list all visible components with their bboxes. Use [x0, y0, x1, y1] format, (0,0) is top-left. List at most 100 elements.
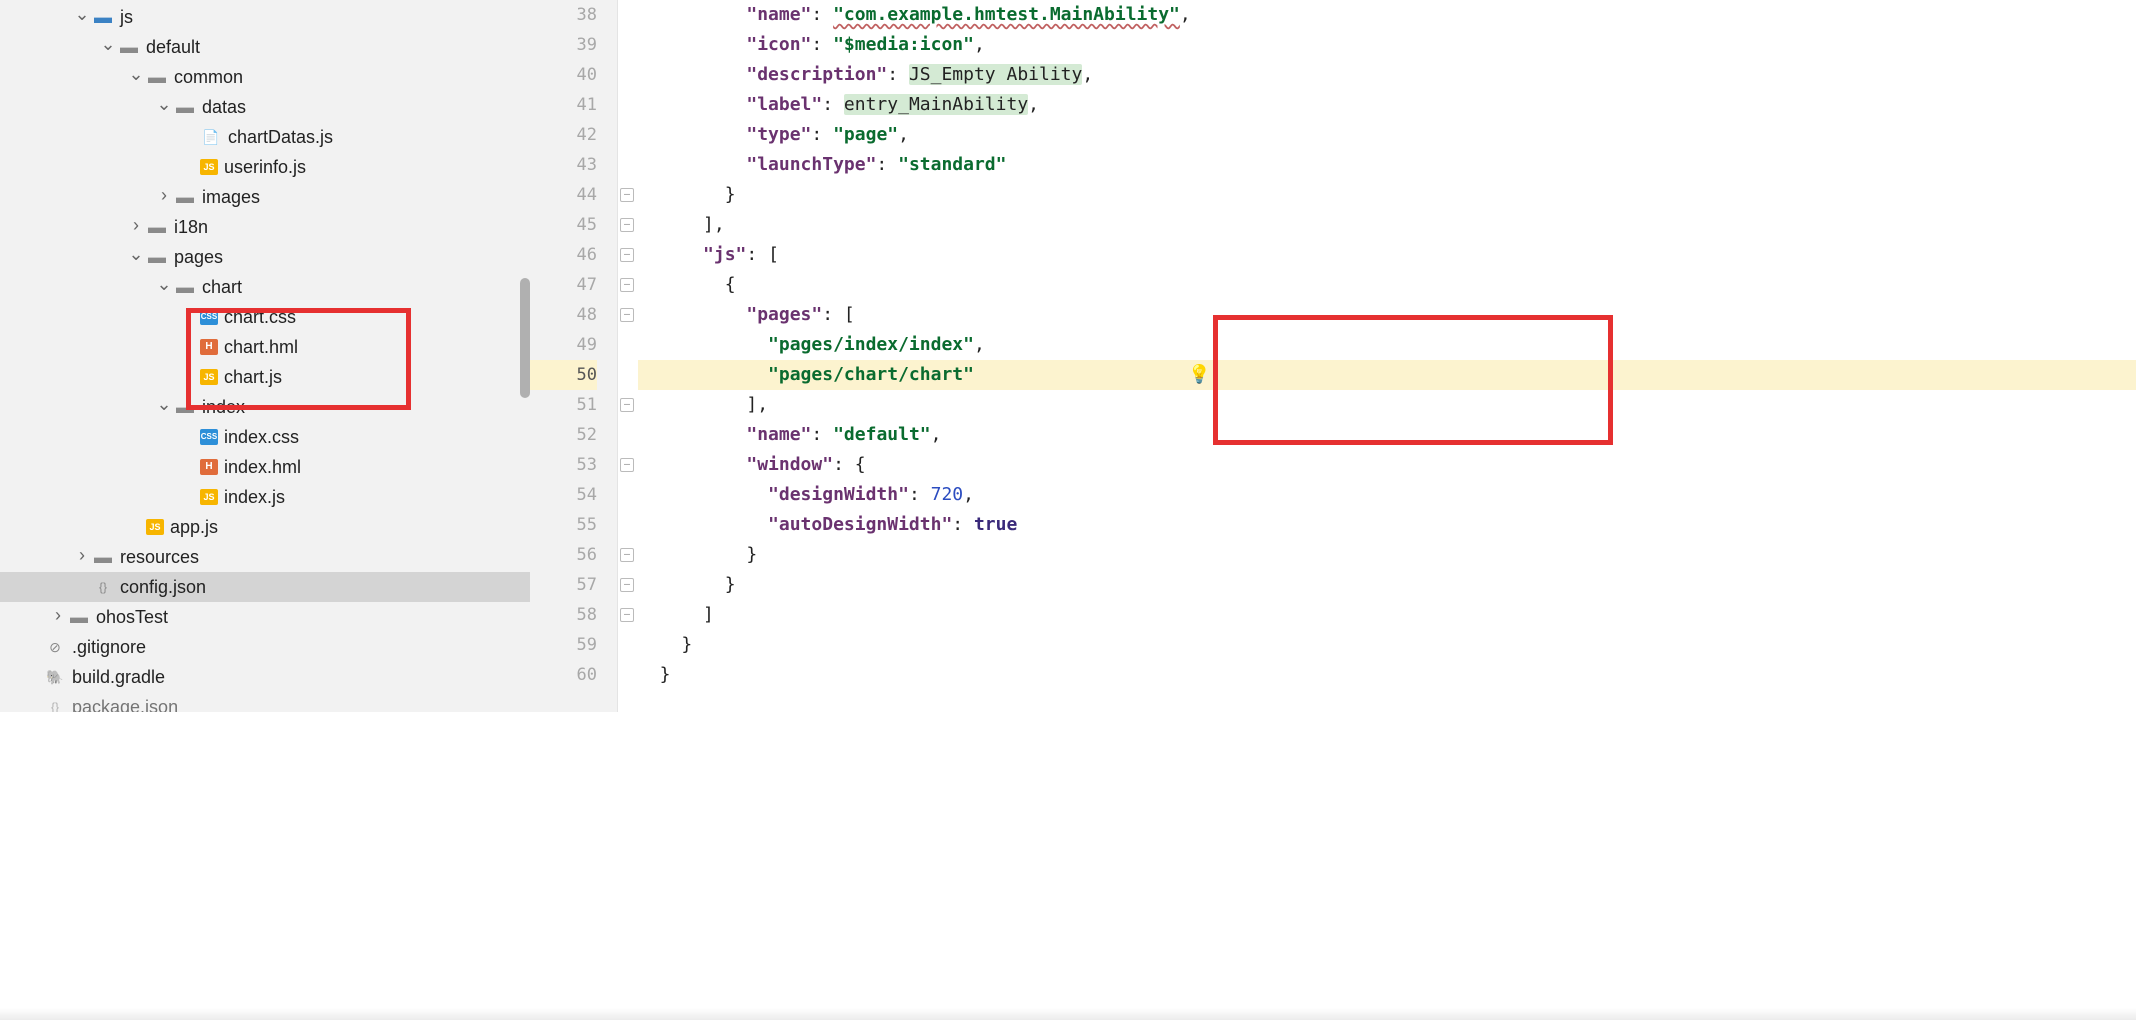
json-file-icon: {} [44, 698, 66, 712]
chevron-down-icon[interactable] [154, 277, 174, 298]
code-line: "pages/index/index", [638, 330, 2136, 360]
chevron-down-icon[interactable] [72, 7, 92, 28]
fold-marker[interactable]: – [620, 308, 634, 322]
tree-file-chart-hml[interactable]: H chart.hml [0, 332, 530, 362]
chevron-right-icon[interactable] [126, 217, 146, 238]
fold-marker[interactable]: – [620, 218, 634, 232]
chevron-right-icon[interactable] [72, 547, 92, 568]
tree-file-chartdatas[interactable]: 📄 chartDatas.js [0, 122, 530, 152]
tree-label: index.css [224, 427, 299, 448]
tree-folder-js[interactable]: ▬ js [0, 2, 530, 32]
tree-label: ohosTest [96, 607, 168, 628]
tree-folder-datas[interactable]: ▬ datas [0, 92, 530, 122]
tree-label: userinfo.js [224, 157, 306, 178]
chevron-right-icon[interactable] [154, 187, 174, 208]
tree-file-index-css[interactable]: CSS index.css [0, 422, 530, 452]
tree-file-chart-js[interactable]: JS chart.js [0, 362, 530, 392]
tree-label: chart.js [224, 367, 282, 388]
code-line: "pages": [ [638, 300, 2136, 330]
tree-file-userinfo[interactable]: JS userinfo.js [0, 152, 530, 182]
line-number: 53 [530, 450, 597, 480]
fold-marker[interactable]: – [620, 398, 634, 412]
line-number: 48 [530, 300, 597, 330]
line-number: 59 [530, 630, 597, 660]
code-line: } [638, 660, 2136, 690]
tree-folder-resources[interactable]: ▬ resources [0, 542, 530, 572]
tree-label: js [120, 7, 133, 28]
chevron-down-icon[interactable] [98, 37, 118, 58]
folder-icon: ▬ [146, 248, 168, 266]
folder-icon: ▬ [174, 98, 196, 116]
tree-folder-common[interactable]: ▬ common [0, 62, 530, 92]
code-content[interactable]: "name": "com.example.hmtest.MainAbility"… [638, 0, 2136, 712]
code-line: "name": "com.example.hmtest.MainAbility"… [638, 0, 2136, 30]
tree-label: package.json [72, 697, 178, 713]
tree-folder-i18n[interactable]: ▬ i18n [0, 212, 530, 242]
line-number: 47 [530, 270, 597, 300]
scrollbar-thumb[interactable] [520, 278, 530, 398]
code-line: } [638, 570, 2136, 600]
fold-marker[interactable]: – [620, 188, 634, 202]
tree-file-build-gradle[interactable]: 🐘 build.gradle [0, 662, 530, 692]
tree-label: chartDatas.js [228, 127, 333, 148]
code-line: "type": "page", [638, 120, 2136, 150]
folder-icon: ▬ [146, 68, 168, 86]
tree-folder-chart[interactable]: ▬ chart [0, 272, 530, 302]
fold-marker[interactable]: – [620, 548, 634, 562]
tree-label: build.gradle [72, 667, 165, 688]
code-line: "name": "default", [638, 420, 2136, 450]
lightbulb-icon[interactable]: 💡 [1188, 364, 1210, 385]
code-editor[interactable]: 38 39 40 41 42 43 44 45 46 47 48 49 50 5… [530, 0, 2136, 712]
code-line: "icon": "$media:icon", [638, 30, 2136, 60]
code-line: { [638, 270, 2136, 300]
folder-icon: ▬ [174, 188, 196, 206]
tree-folder-index[interactable]: ▬ index [0, 392, 530, 422]
line-number: 60 [530, 660, 597, 690]
hml-file-icon: H [200, 339, 218, 355]
code-line: "js": [ [638, 240, 2136, 270]
line-number-gutter: 38 39 40 41 42 43 44 45 46 47 48 49 50 5… [530, 0, 618, 712]
fold-marker[interactable]: – [620, 578, 634, 592]
chevron-down-icon[interactable] [154, 397, 174, 418]
tree-folder-default[interactable]: ▬ default [0, 32, 530, 62]
code-line: } [638, 180, 2136, 210]
line-number: 51 [530, 390, 597, 420]
tree-label: default [146, 37, 200, 58]
code-line: ], [638, 210, 2136, 240]
tree-label: chart [202, 277, 242, 298]
tree-folder-pages[interactable]: ▬ pages [0, 242, 530, 272]
line-number: 46 [530, 240, 597, 270]
chevron-right-icon[interactable] [48, 607, 68, 628]
code-line: "pages/chart/chart" [638, 360, 2136, 390]
line-number: 56 [530, 540, 597, 570]
tree-file-chart-css[interactable]: CSS chart.css [0, 302, 530, 332]
json-file-icon: {} [92, 578, 114, 596]
tree-folder-ohostest[interactable]: ▬ ohosTest [0, 602, 530, 632]
fold-marker[interactable]: – [620, 248, 634, 262]
line-number: 52 [530, 420, 597, 450]
tree-file-gitignore[interactable]: ⊘ .gitignore [0, 632, 530, 662]
tree-file-index-js[interactable]: JS index.js [0, 482, 530, 512]
line-number: 55 [530, 510, 597, 540]
tree-file-config-json[interactable]: {} config.json [0, 572, 530, 602]
project-tree-sidebar: ▬ js ▬ default ▬ common ▬ datas 📄 chartD… [0, 0, 530, 712]
line-number: 41 [530, 90, 597, 120]
chevron-down-icon[interactable] [154, 97, 174, 118]
tree-file-app-js[interactable]: JS app.js [0, 512, 530, 542]
gitignore-icon: ⊘ [44, 638, 66, 656]
tree-label: index.hml [224, 457, 301, 478]
tree-folder-images[interactable]: ▬ images [0, 182, 530, 212]
folder-icon: ▬ [174, 398, 196, 416]
code-line: "description": JS_Empty Ability, [638, 60, 2136, 90]
css-file-icon: CSS [200, 429, 218, 445]
code-line: } [638, 630, 2136, 660]
chevron-down-icon[interactable] [126, 247, 146, 268]
tree-file-index-hml[interactable]: H index.hml [0, 452, 530, 482]
tree-file-package-json[interactable]: {} package.json [0, 692, 530, 712]
chevron-down-icon[interactable] [126, 67, 146, 88]
fold-marker[interactable]: – [620, 608, 634, 622]
line-number: 45 [530, 210, 597, 240]
tree-label: resources [120, 547, 199, 568]
fold-marker[interactable]: – [620, 458, 634, 472]
fold-marker[interactable]: – [620, 278, 634, 292]
